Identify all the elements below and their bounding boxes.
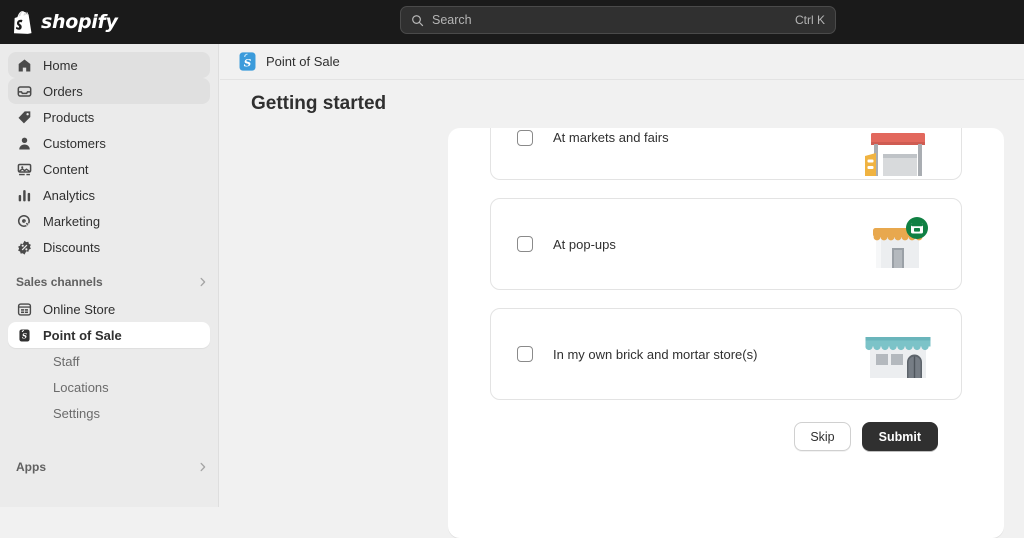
sidebar-item-customers-label: Customers [43,135,106,151]
page-title-bar: Getting started [220,80,1024,128]
online-store-icon [16,301,33,318]
sidebar-item-content-label: Content [43,161,89,177]
sidebar-section-apps[interactable]: Apps [8,455,208,479]
marketing-target-icon [16,213,33,230]
products-tag-icon [16,109,33,126]
sidebar-subitem-staff[interactable]: Staff [8,348,210,374]
orders-inbox-icon [16,83,33,100]
sidebar-item-home[interactable]: Home [8,52,210,78]
brick-and-mortar-store-illustration [859,325,937,383]
search-placeholder: Search [432,13,472,27]
chevron-right-icon [200,277,206,287]
options-list: At markets and fairs At pop-ups In my ow… [448,128,1004,451]
shopify-pos-icon: S [239,52,256,71]
sidebar-item-analytics[interactable]: Analytics [8,182,210,208]
analytics-bars-icon [16,187,33,204]
apps-label: Apps [16,460,46,474]
breadcrumb[interactable]: S Point of Sale [220,44,1024,80]
sidebar-item-discounts-label: Discounts [43,239,101,255]
svg-text:S: S [244,58,252,70]
sidebar-item-customers[interactable]: Customers [8,130,210,156]
top-bar: shopify Search Ctrl K [0,0,1024,44]
shopify-logo[interactable]: shopify [14,10,118,34]
content-image-icon [16,161,33,178]
discounts-percent-badge-icon [16,239,33,256]
option-label-pop-ups: At pop-ups [553,236,616,252]
option-label-markets-and-fairs: At markets and fairs [553,130,669,145]
sidebar-item-orders[interactable]: Orders [8,78,210,104]
page-title: Getting started [251,93,387,114]
sidebar-item-point-of-sale-label: Point of Sale [43,327,122,343]
sidebar-subitem-locations[interactable]: Locations [8,374,210,400]
sidebar-item-online-store-label: Online Store [43,301,116,317]
sidebar-item-products-label: Products [43,109,95,125]
sales-channels-label: Sales channels [16,275,103,289]
shopify-bag-icon [14,10,32,34]
sidebar-section-sales-channels[interactable]: Sales channels [8,270,208,294]
sidebar-item-home-label: Home [43,57,78,73]
main-content: S Point of Sale Getting started At marke… [220,44,1024,538]
sidebar-item-content[interactable]: Content [8,156,210,182]
global-search-box[interactable]: Search Ctrl K [400,6,836,34]
breadcrumb-label: Point of Sale [266,54,340,69]
sidebar-item-products[interactable]: Products [8,104,210,130]
sidebar: Home Orders Products Customers Content A… [0,44,219,507]
svg-text:S: S [22,331,27,340]
sidebar-item-point-of-sale[interactable]: S Point of Sale [8,322,210,348]
sidebar-subitem-settings[interactable]: Settings [8,400,210,426]
sidebar-item-orders-label: Orders [43,83,83,99]
option-label-brick-and-mortar: In my own brick and mortar store(s) [553,346,758,362]
customers-person-icon [16,135,33,152]
sidebar-subitem-staff-label: Staff [53,353,80,369]
form-actions: Skip Submit [490,418,962,451]
popup-shop-illustration [859,215,937,273]
sidebar-item-discounts[interactable]: Discounts [8,234,210,260]
option-card-markets-and-fairs[interactable]: At markets and fairs [490,128,962,180]
sidebar-item-marketing[interactable]: Marketing [8,208,210,234]
sidebar-item-marketing-label: Marketing [43,213,101,229]
checkbox-brick-and-mortar[interactable] [517,346,533,362]
submit-button[interactable]: Submit [861,422,938,451]
point-of-sale-icon: S [16,327,33,344]
home-icon [16,57,33,74]
sidebar-subitem-locations-label: Locations [53,379,109,395]
checkbox-markets-and-fairs[interactable] [517,130,533,146]
sidebar-item-online-store[interactable]: Online Store [8,296,210,322]
checkbox-pop-ups[interactable] [517,236,533,252]
option-card-pop-ups[interactable]: At pop-ups [490,198,962,290]
shopify-wordmark: shopify [41,11,118,33]
sidebar-item-analytics-label: Analytics [43,187,96,203]
getting-started-card: At markets and fairs At pop-ups In my ow… [448,128,1004,538]
skip-button[interactable]: Skip [794,422,851,451]
search-shortcut-hint: Ctrl K [795,13,825,27]
option-card-brick-and-mortar[interactable]: In my own brick and mortar store(s) [490,308,962,400]
sidebar-subitem-settings-label: Settings [53,405,100,421]
market-stall-illustration [859,130,937,176]
search-icon [412,14,424,26]
chevron-right-icon [200,462,206,472]
